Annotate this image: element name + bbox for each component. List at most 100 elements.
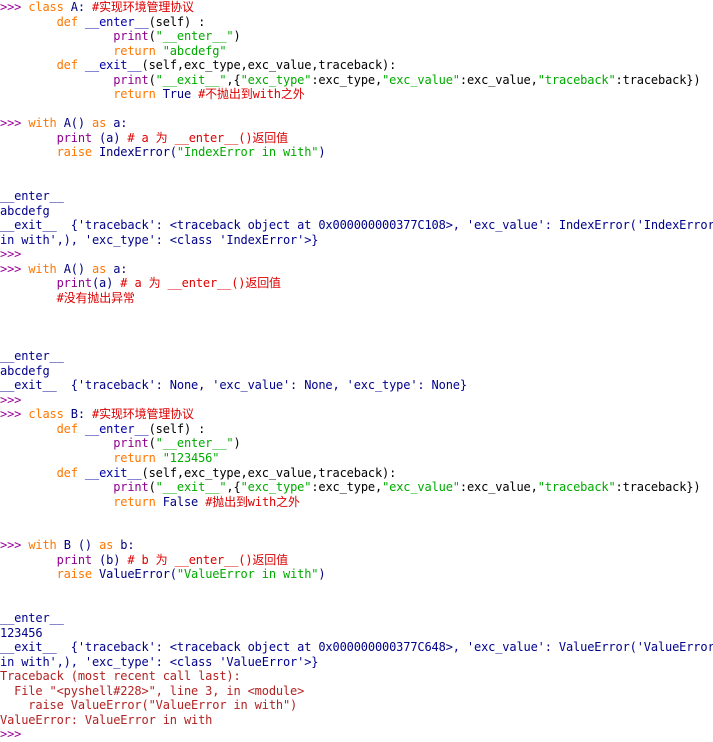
token-kw: as — [92, 261, 107, 276]
token-code: ValueError( — [91, 567, 177, 582]
shell-line: raise ValueError("ValueError in with") — [0, 698, 713, 713]
token-prompt: >>> — [0, 0, 29, 14]
token-code: True — [155, 87, 199, 102]
python-shell-output-pane[interactable]: >>> class A: #实现环境管理协议 def __enter__ (sel… — [0, 0, 713, 741]
token-plain: :exc_value, — [459, 480, 538, 495]
token-code: ) — [318, 145, 326, 160]
token-code: (b) — [91, 552, 128, 567]
shell-line: print (a) # a 为 __enter__()返回值 — [0, 131, 713, 146]
token-kw: return — [113, 87, 156, 102]
token-str: "exc_type" — [240, 72, 312, 87]
shell-line: print("__exit__",{"exc_type":exc_type,"e… — [0, 73, 713, 88]
shell-line: >>> — [0, 727, 713, 742]
token-kw: as — [92, 116, 107, 131]
shell-line: def __exit__(self,exc_type,exc_value,tra… — [0, 58, 713, 73]
shell-line: >>> with B () as b: — [0, 538, 713, 553]
token-plain: :traceback}) — [615, 480, 701, 495]
token-code: B () — [56, 538, 100, 553]
shell-line: __enter__ — [0, 349, 713, 364]
token-kw: class — [28, 0, 64, 14]
token-plain: ) — [233, 436, 241, 451]
shell-line: __enter__ — [0, 611, 713, 626]
token-plain: (self,exc_type,exc_value,traceback): — [141, 58, 397, 73]
shell-line: raise ValueError("ValueError in with") — [0, 567, 713, 582]
token-code: ) — [318, 567, 326, 582]
token-err: File "<pyshell#228>", line 3, in <module… — [0, 683, 305, 698]
shell-line: __exit__ {'traceback': <traceback object… — [0, 640, 713, 655]
token-plain: ( — [148, 436, 156, 451]
token-builtin: print — [113, 436, 149, 451]
shell-line: in with',), 'exc_type': <class 'ValueErr… — [0, 655, 713, 670]
token-code: A() — [56, 261, 92, 276]
token-prompt: >>> — [0, 407, 29, 422]
token-output: __exit__ {'traceback': <traceback object… — [0, 640, 713, 655]
shell-line: File "<pyshell#228>", line 3, in <module… — [0, 684, 713, 699]
token-str: "123456" — [162, 450, 220, 465]
shell-line: >>> — [0, 247, 713, 262]
token-code: (a) — [91, 276, 121, 291]
token-code: A: — [63, 0, 92, 14]
token-output: __enter__ — [0, 610, 64, 625]
token-kw: return — [113, 450, 156, 465]
token-code: a: — [106, 116, 128, 131]
token-comment: #没有抛出异常 — [56, 290, 135, 305]
token-kw: raise — [56, 567, 93, 582]
token-plain: ( — [148, 72, 156, 87]
token-output: __enter__ — [0, 349, 64, 364]
token-str: "__exit__" — [155, 72, 227, 87]
token-str: "exc_type" — [240, 480, 312, 495]
token-output: abcdefg — [0, 363, 50, 378]
token-str: "traceback" — [537, 480, 616, 495]
token-def: __exit__ — [77, 465, 142, 480]
token-str: "exc_value" — [382, 72, 460, 87]
shell-line: print("__exit__",{"exc_type":exc_type,"e… — [0, 480, 713, 495]
token-builtin: print — [56, 130, 93, 145]
token-str: "__enter__" — [155, 29, 234, 44]
token-kw: def — [56, 14, 78, 29]
shell-line: abcdefg — [0, 204, 713, 219]
token-code: IndexError( — [91, 145, 177, 160]
shell-line: >>> class B: #实现环境管理协议 — [0, 407, 713, 422]
token-plain: ,{ — [226, 480, 241, 495]
token-output: 123456 — [0, 625, 43, 640]
token-kw: def — [56, 58, 78, 73]
token-kw: raise — [56, 145, 93, 160]
token-builtin: print — [113, 72, 149, 87]
shell-line: __exit__ {'traceback': None, 'exc_value'… — [0, 378, 713, 393]
shell-line: return True #不抛出到with之外 — [0, 87, 713, 102]
token-output: __exit__ {'traceback': None, 'exc_value'… — [0, 378, 467, 393]
shell-line: return False #抛出到with之外 — [0, 495, 713, 510]
token-str: "IndexError in with" — [176, 145, 319, 160]
token-output: __exit__ {'traceback': <traceback object… — [0, 218, 713, 233]
shell-line: Traceback (most recent call last): — [0, 669, 713, 684]
token-str: "exc_value" — [382, 480, 460, 495]
shell-line: print("__enter__") — [0, 29, 713, 44]
token-code: False — [155, 494, 206, 509]
token-comment: # a 为 __enter__()返回值 — [120, 276, 281, 291]
token-str: "__enter__" — [155, 436, 234, 451]
shell-text-lines[interactable]: >>> class A: #实现环境管理协议 def __enter__ (sel… — [0, 0, 713, 742]
token-comment: #实现环境管理协议 — [92, 407, 194, 422]
shell-line: >>> — [0, 393, 713, 408]
token-prompt: >>> — [0, 261, 29, 276]
